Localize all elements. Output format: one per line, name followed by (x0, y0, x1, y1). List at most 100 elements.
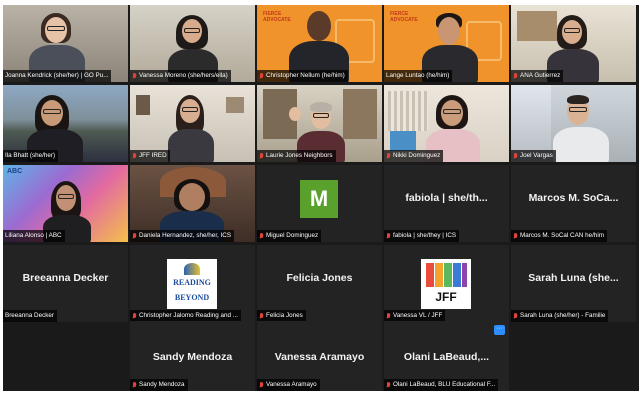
participant-name-tag: Liliana Alonso | ABC (3, 230, 65, 242)
muted-mic-icon (513, 72, 518, 80)
muted-mic-icon (513, 232, 518, 240)
participant-tile[interactable]: Joanna Kendrick (she/her) | GO Pu... (3, 5, 128, 82)
participant-display-name: Marcos M. SoCa... (528, 192, 619, 204)
participant-display-name: Vanessa Aramayo (274, 351, 365, 363)
participant-name-tag: fabiola | she/they | ICS (384, 230, 460, 242)
muted-mic-icon (513, 312, 518, 320)
participant-name-tag: Breeanna Decker (3, 310, 58, 322)
participant-tile[interactable]: ··· Olani LaBeaud,... Olani LaBeaud, BLU… (384, 321, 509, 391)
participant-display-name: Breeanna Decker (22, 272, 109, 284)
participant-name: fabiola | she/they | ICS (393, 232, 457, 239)
participant-tile[interactable]: Laurie Jones Neighbors (257, 85, 382, 162)
participant-tile[interactable]: Joel Vargas (511, 85, 636, 162)
participant-name: Daniela Hernandez, she/her, ICS (139, 232, 232, 239)
participant-name-tag: Sandy Mendoza (130, 379, 188, 391)
muted-mic-icon (513, 152, 518, 160)
reading-logo-text: READING (173, 278, 211, 287)
participant-display-name: Sandy Mendoza (152, 351, 233, 363)
abc-logo: ABC (7, 168, 23, 175)
muted-mic-icon (386, 312, 391, 320)
participant-display-name: Felicia Jones (286, 272, 353, 284)
participant-name: Christopher Nellum (he/him) (266, 72, 345, 79)
participant-tile[interactable]: Breeanna Decker Breeanna Decker (3, 245, 128, 322)
participant-display-name: Olani LaBeaud,... (403, 351, 490, 363)
participant-name: JFF IRED (139, 152, 167, 159)
muted-mic-icon (259, 232, 264, 240)
participant-tile[interactable]: JFF Vanessa VL / JFF (384, 245, 509, 322)
participant-name: Lange Luntao (he/him) (386, 72, 450, 79)
participant-name-tag: Joanna Kendrick (she/her) | GO Pu... (3, 70, 112, 82)
participant-name: Vanessa Aramayo (266, 381, 317, 388)
participant-name: Joanna Kendrick (she/her) | GO Pu... (5, 72, 109, 79)
muted-mic-icon (132, 381, 137, 389)
participant-name-tag: Olani LaBeaud, BLU Educational F... (384, 379, 499, 391)
muted-mic-icon (259, 72, 264, 80)
participant-name-tag: Joel Vargas (511, 150, 556, 162)
participant-name: Nikki Dominguez (393, 152, 441, 159)
participant-name: ANA Gutierrez (520, 72, 561, 79)
participant-name-tag: Daniela Hernandez, she/her, ICS (130, 230, 235, 242)
participant-name: Sandy Mendoza (139, 381, 185, 388)
more-options-button[interactable]: ··· (494, 325, 505, 335)
participant-tile[interactable]: Felicia Jones Felicia Jones (257, 245, 382, 322)
participant-name: Breeanna Decker (5, 312, 55, 319)
participant-tile[interactable]: Marcos M. SoCa... Marcos M. SoCal CAN he… (511, 165, 636, 242)
participant-name-tag: Vanessa Moreno (she/hers/ella) (130, 70, 231, 82)
muted-mic-icon (259, 381, 264, 389)
participant-tile[interactable]: FIERCE ADVOCATE Christopher Nellum (he/h… (257, 5, 382, 82)
participant-tile[interactable]: Vanessa Aramayo Vanessa Aramayo (257, 321, 382, 391)
participant-name-tag: Christopher Nellum (he/him) (257, 70, 348, 82)
muted-mic-icon (132, 72, 137, 80)
participant-name-tag: Lange Luntao (he/him) (384, 70, 453, 82)
participant-name: Joel Vargas (520, 152, 553, 159)
participant-display-name: fabiola | she/th... (405, 192, 488, 204)
muted-mic-icon (259, 312, 264, 320)
participant-name-tag: ANA Gutierrez (511, 70, 564, 82)
video-grid: Joanna Kendrick (she/her) | GO Pu... Van… (3, 5, 639, 391)
participant-tile[interactable]: M Miguel Dominguez (257, 165, 382, 242)
participant-name: Ila Bhatt (she/her) (5, 152, 56, 159)
participant-name-tag: Nikki Dominguez (384, 150, 444, 162)
participant-name-tag: Vanessa Aramayo (257, 379, 320, 391)
muted-mic-icon (132, 232, 137, 240)
participant-name: Vanessa Moreno (she/hers/ella) (139, 72, 228, 79)
participant-name: Olani LaBeaud, BLU Educational F... (393, 381, 496, 388)
participant-name: Laurie Jones Neighbors (266, 152, 333, 159)
beyond-logo-text: BEYOND (174, 293, 210, 302)
participant-tile[interactable]: fabiola | she/th... fabiola | she/they |… (384, 165, 509, 242)
muted-mic-icon (386, 232, 391, 240)
participant-display-name: Sarah Luna (she... (528, 272, 619, 284)
fierce-advocate-logo: FIERCE ADVOCATE (390, 11, 418, 23)
participant-tile[interactable]: ANA Gutierrez (511, 5, 636, 82)
participant-name: Miguel Dominguez (266, 232, 319, 239)
active-speaker-tile[interactable]: FIERCE ADVOCATE Lange Luntao (he/him) (384, 5, 509, 82)
participant-name-tag: Miguel Dominguez (257, 230, 322, 242)
participant-name-tag: Ila Bhatt (she/her) (3, 150, 59, 162)
muted-mic-icon (386, 152, 391, 160)
participant-tile[interactable]: Sandy Mendoza Sandy Mendoza (130, 321, 255, 391)
participant-avatar: M (300, 180, 338, 218)
reading-and-beyond-logo: READING BEYOND (167, 259, 217, 309)
participant-tile[interactable]: Nikki Dominguez (384, 85, 509, 162)
participant-name: Sarah Luna (she/her) - Familie (520, 312, 606, 319)
participant-tile[interactable]: Daniela Hernandez, she/her, ICS (130, 165, 255, 242)
participant-tile[interactable]: READING BEYOND Christopher Jalomo Readin… (130, 245, 255, 322)
participant-tile[interactable]: JFF IRED (130, 85, 255, 162)
participant-name-tag: Marcos M. SoCal CAN he/him (511, 230, 607, 242)
participant-name-tag: Sarah Luna (she/her) - Familie (511, 310, 609, 322)
participant-tile[interactable]: Vanessa Moreno (she/hers/ella) (130, 5, 255, 82)
participant-name: Marcos M. SoCal CAN he/him (520, 232, 604, 239)
jff-logo-text: JFF (435, 290, 457, 304)
participant-tile[interactable]: Sarah Luna (she... Sarah Luna (she/her) … (511, 245, 636, 322)
muted-mic-icon (132, 312, 137, 320)
jff-logo: JFF (421, 259, 471, 309)
fierce-advocate-logo: FIERCE ADVOCATE (263, 11, 291, 23)
participant-name-tag: Laurie Jones Neighbors (257, 150, 336, 162)
muted-mic-icon (386, 381, 391, 389)
participant-name: Liliana Alonso | ABC (5, 232, 62, 239)
participant-tile[interactable]: Ila Bhatt (she/her) (3, 85, 128, 162)
participant-tile[interactable]: ABC Liliana Alonso | ABC (3, 165, 128, 242)
participant-name-tag: JFF IRED (130, 150, 170, 162)
muted-mic-icon (259, 152, 264, 160)
muted-mic-icon (132, 152, 137, 160)
